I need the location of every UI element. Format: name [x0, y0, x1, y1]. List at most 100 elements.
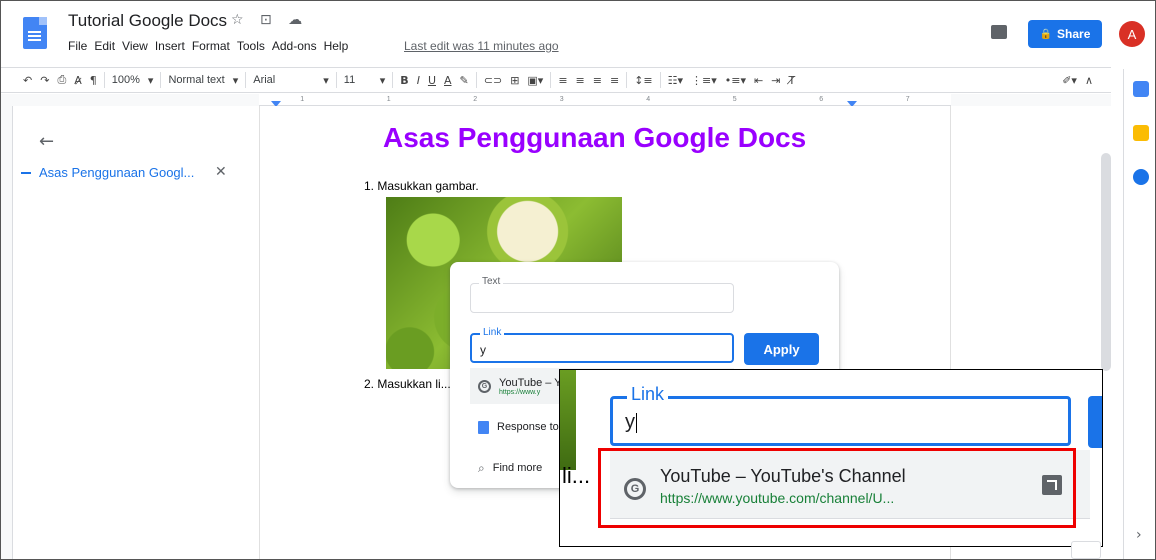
close-icon[interactable]: ✕	[215, 164, 227, 180]
docs-logo-icon[interactable]	[23, 17, 47, 49]
avatar[interactable]: A	[1119, 21, 1145, 47]
highlight-icon[interactable]: ✎	[456, 70, 473, 90]
apply-button[interactable]: Apply	[744, 333, 819, 365]
zoomed-link-label: Link	[627, 384, 669, 405]
menu-insert[interactable]: Insert	[155, 39, 185, 53]
comment-history-icon[interactable]	[991, 25, 1007, 39]
zoomed-link-field[interactable]: Link y	[610, 384, 1071, 446]
scrollbar[interactable]	[1101, 153, 1111, 371]
text-field[interactable]: Text	[470, 276, 734, 313]
zoomed-apply-button[interactable]	[1088, 396, 1102, 448]
share-button[interactable]: 🔒 Share	[1028, 20, 1102, 48]
zoom-callout: li... Link y G YouTube – YouTube's Chann…	[559, 369, 1103, 547]
document-heading: Asas Penggunaan Google Docs	[383, 122, 807, 153]
zoomed-link-value: y	[625, 411, 637, 434]
search-icon: ⌕	[478, 460, 485, 475]
clear-format-icon[interactable]: T̸	[784, 70, 799, 90]
suggestion-title: YouTube – Y	[499, 376, 562, 389]
align-center-icon[interactable]: ≡	[572, 70, 589, 90]
bold-button[interactable]: B	[396, 70, 412, 90]
menubar: File Edit View Insert Format Tools Add-o…	[68, 39, 348, 53]
ruler-number: 3	[559, 96, 564, 103]
title-actions-icon[interactable]: ☆ ⊡ ☁	[231, 12, 308, 28]
share-label: Share	[1057, 27, 1091, 41]
menu-file[interactable]: File	[68, 39, 87, 53]
align-right-icon[interactable]: ≡	[589, 70, 606, 90]
align-justify-icon[interactable]: ≡	[606, 70, 623, 90]
google-icon: G	[478, 379, 491, 393]
divider	[550, 72, 552, 88]
outline-dash	[21, 171, 31, 174]
divider	[335, 72, 337, 88]
redo-icon[interactable]: ↷	[36, 70, 53, 90]
editing-mode-icon[interactable]: ✐▾	[1058, 70, 1081, 90]
checklist-icon[interactable]: ☷▾	[664, 70, 687, 90]
zoom-select[interactable]: 100%	[108, 74, 144, 86]
collapse-menu-icon[interactable]: ∧	[1081, 70, 1097, 90]
italic-button[interactable]: I	[413, 70, 424, 90]
style-select[interactable]: Normal text	[164, 74, 228, 86]
find-more-label: Find more	[492, 462, 543, 474]
vertical-ruler	[1, 106, 13, 559]
divider	[245, 72, 247, 88]
divider	[659, 72, 661, 88]
list-item: 2. Masukkan li...	[364, 377, 451, 391]
menu-view[interactable]: View	[122, 39, 148, 53]
chevron-right-icon[interactable]: ›	[1136, 527, 1142, 543]
increase-indent-icon[interactable]: ⇥	[767, 70, 784, 90]
link-field[interactable]: Link y	[470, 327, 734, 363]
outline-item[interactable]: Asas Penggunaan Googl...	[21, 165, 194, 180]
menu-format[interactable]: Format	[192, 39, 230, 53]
ruler-number: 1	[300, 96, 305, 103]
lock-icon: 🔒	[1039, 28, 1053, 40]
chevron-down-icon[interactable]: ▾	[376, 70, 390, 90]
align-left-icon[interactable]: ≡	[554, 70, 571, 90]
ruler-page: 1 1 2 3 4 5 6 7	[259, 94, 951, 107]
zoomed-link-text: y	[625, 411, 635, 433]
chevron-down-icon[interactable]: ▾	[229, 70, 243, 90]
text-color-button[interactable]: A	[440, 70, 456, 90]
chevron-down-icon[interactable]: ▾	[319, 70, 333, 90]
link-icon[interactable]: ⊂⊃	[480, 70, 506, 90]
horizontal-ruler: 1 1 2 3 4 5 6 7	[1, 94, 1111, 107]
doc-title[interactable]: Tutorial Google Docs	[68, 11, 227, 31]
spellcheck-icon[interactable]: A̷	[70, 70, 86, 90]
font-size-select[interactable]: 11	[340, 74, 376, 86]
menu-tools[interactable]: Tools	[237, 39, 265, 53]
menu-edit[interactable]: Edit	[94, 39, 115, 53]
paint-format-icon[interactable]: ¶	[86, 70, 101, 90]
divider	[475, 72, 477, 88]
ruler-number: 2	[473, 96, 478, 103]
toolbar: ↶ ↷ ⎙ A̷ ¶ 100% ▾ Normal text ▾ Arial ▾ …	[1, 67, 1111, 93]
divider	[103, 72, 105, 88]
comment-add-icon[interactable]: ⊞	[506, 70, 523, 90]
ruler-number: 5	[732, 96, 737, 103]
calendar-icon[interactable]	[1133, 81, 1149, 97]
print-icon[interactable]: ⎙	[53, 70, 70, 90]
numbered-list-icon[interactable]: ⋮≡▾	[687, 70, 721, 90]
last-edit-link[interactable]: Last edit was 11 minutes ago	[404, 39, 559, 53]
chevron-down-icon[interactable]: ▾	[144, 70, 158, 90]
list-item: 1. Masukkan gambar.	[364, 179, 479, 193]
line-spacing-icon[interactable]: ↕≡	[630, 70, 656, 90]
suggestion-title: Response to	[497, 421, 559, 433]
font-select[interactable]: Arial	[249, 74, 319, 86]
explore-button[interactable]	[1071, 541, 1101, 559]
ruler-number: 6	[819, 96, 824, 103]
outline-item-label: Asas Penggunaan Googl...	[39, 165, 195, 180]
decrease-indent-icon[interactable]: ⇤	[750, 70, 767, 90]
tasks-icon[interactable]	[1133, 169, 1149, 185]
link-field-value: y	[480, 343, 486, 357]
ruler-number: 4	[646, 96, 651, 103]
menu-help[interactable]: Help	[324, 39, 349, 53]
ruler-number: 1	[386, 96, 391, 103]
keep-icon[interactable]	[1133, 125, 1149, 141]
app-window: Tutorial Google Docs ☆ ⊡ ☁ File Edit Vie…	[0, 0, 1156, 560]
underline-button[interactable]: U	[424, 70, 440, 90]
bulleted-list-icon[interactable]: •≡▾	[721, 70, 750, 90]
image-icon[interactable]: ▣▾	[523, 70, 547, 90]
back-arrow-icon[interactable]: ←	[39, 131, 54, 152]
menu-addons[interactable]: Add-ons	[272, 39, 317, 53]
undo-icon[interactable]: ↶	[19, 70, 36, 90]
text-field-label: Text	[479, 276, 504, 287]
